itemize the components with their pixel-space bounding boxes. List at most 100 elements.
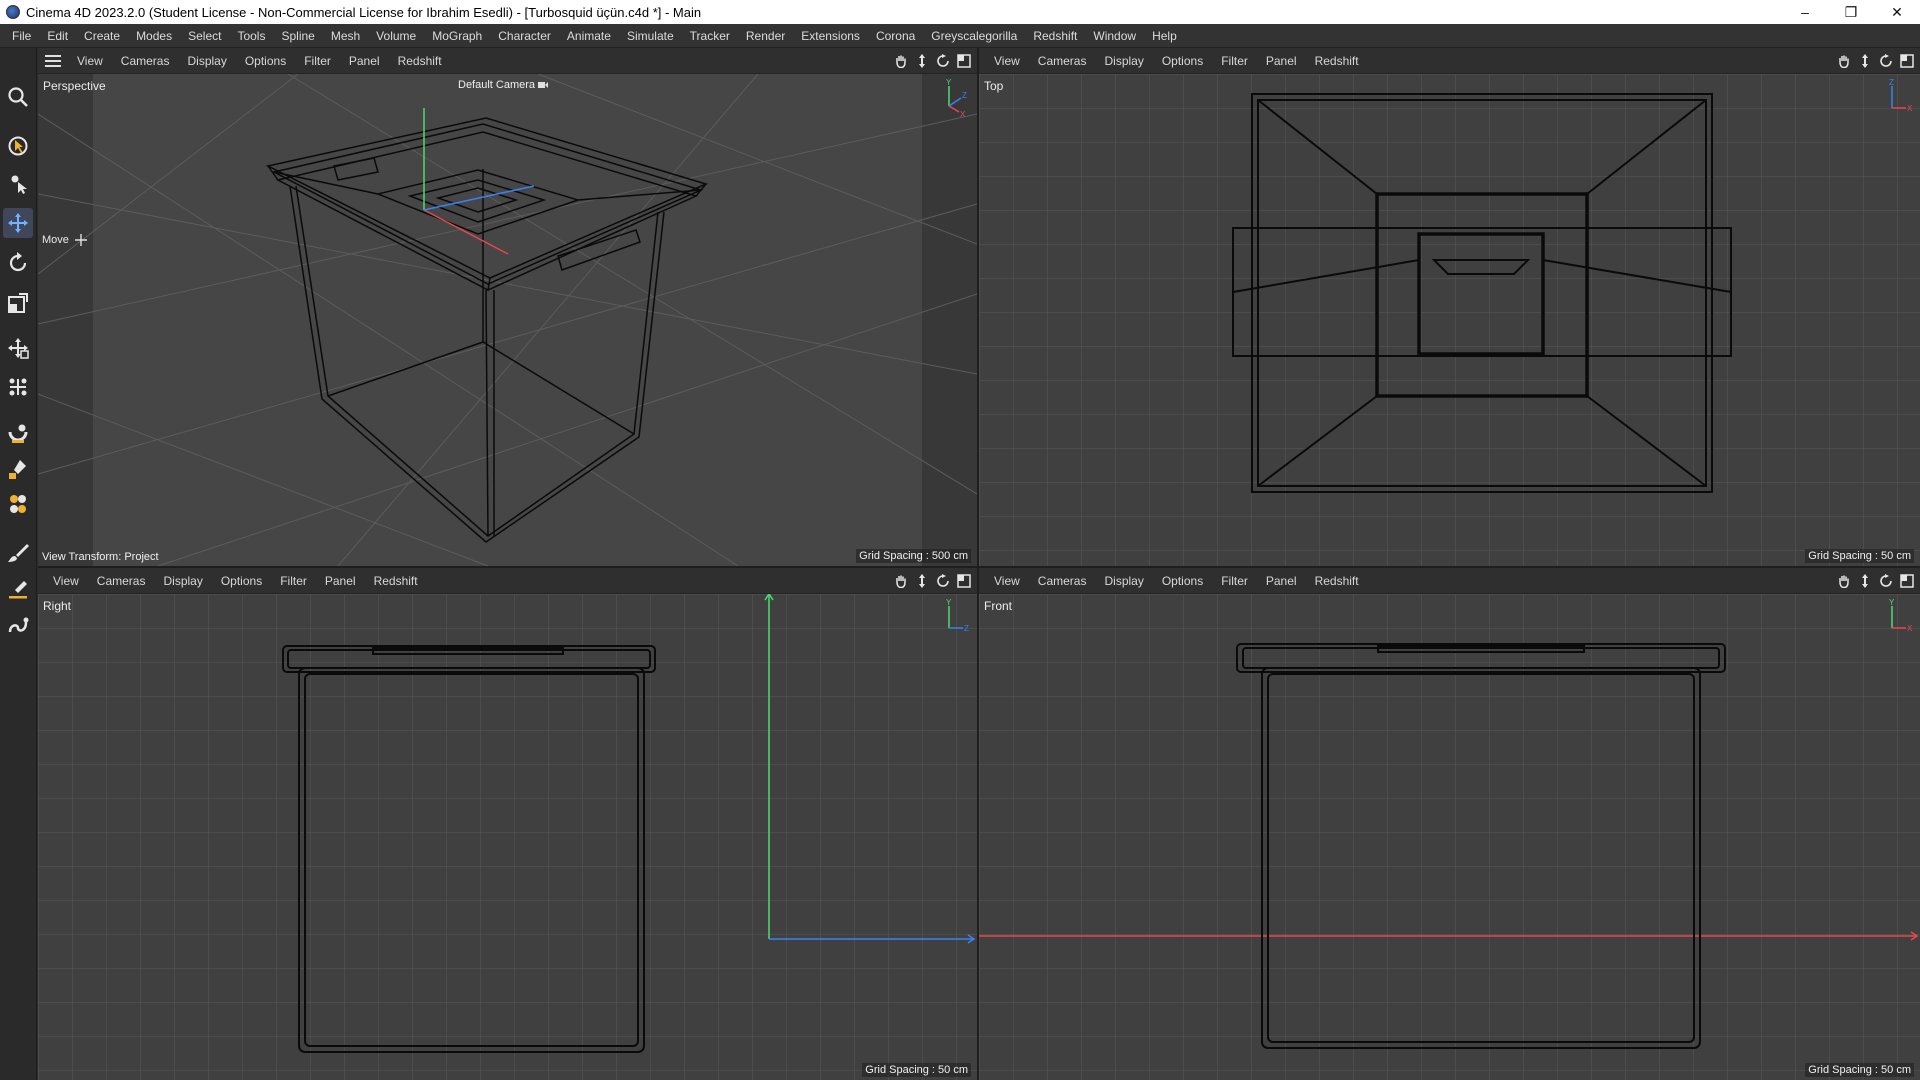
scale-tool[interactable] — [3, 288, 33, 318]
magnet-icon — [8, 424, 28, 443]
viewport-menu-cameras[interactable]: Cameras — [88, 574, 155, 588]
viewport-menu-redshift[interactable]: Redshift — [1306, 54, 1368, 68]
menu-animate[interactable]: Animate — [559, 24, 619, 48]
menu-edit[interactable]: Edit — [39, 24, 76, 48]
orbit-icon[interactable] — [1878, 573, 1893, 588]
live-select-tool[interactable] — [3, 168, 33, 198]
viewport-menu-cameras[interactable]: Cameras — [112, 54, 179, 68]
menu-select[interactable]: Select — [180, 24, 229, 48]
magnet-tool[interactable] — [3, 419, 33, 449]
viewport-menu-view[interactable]: View — [44, 574, 88, 588]
front-canvas[interactable]: Front Y X Grid Spacing : 50 cm — [979, 594, 1920, 1080]
viewport-divider-vertical[interactable] — [977, 48, 979, 1080]
move-camera-icon[interactable] — [914, 573, 929, 588]
right-viewport[interactable]: View Cameras Display Options Filter Panel Reds… — [38, 568, 977, 1080]
mesh-tool[interactable] — [3, 489, 33, 519]
viewport-menu-cameras[interactable]: Cameras — [1029, 574, 1096, 588]
menu-create[interactable]: Create — [76, 24, 128, 48]
menu-spline[interactable]: Spline — [273, 24, 322, 48]
menu-modes[interactable]: Modes — [128, 24, 180, 48]
minimize-button[interactable]: – — [1782, 0, 1828, 24]
viewport-menu-display[interactable]: Display — [178, 54, 235, 68]
close-button[interactable]: ✕ — [1874, 0, 1920, 24]
rotate-tool[interactable] — [3, 248, 33, 278]
viewport-divider-horizontal[interactable] — [38, 566, 1920, 568]
viewport-menu-view[interactable]: View — [985, 574, 1029, 588]
menu-volume[interactable]: Volume — [368, 24, 424, 48]
viewport-menu-display[interactable]: Display — [154, 574, 211, 588]
camera-label[interactable]: Default Camera — [458, 79, 549, 91]
maximize-view-icon[interactable] — [1899, 53, 1914, 68]
orbit-icon[interactable] — [935, 573, 950, 588]
menu-simulate[interactable]: Simulate — [619, 24, 682, 48]
viewport-menu-filter[interactable]: Filter — [1212, 54, 1257, 68]
viewport-menu-display[interactable]: Display — [1095, 574, 1152, 588]
spline-pen-tool[interactable] — [3, 611, 33, 641]
menu-redshift[interactable]: Redshift — [1025, 24, 1085, 48]
menu-character[interactable]: Character — [490, 24, 559, 48]
brush-tool[interactable] — [3, 538, 33, 568]
menu-extensions[interactable]: Extensions — [793, 24, 868, 48]
viewport-nav-icons — [893, 573, 971, 588]
selection-tool[interactable] — [3, 131, 33, 161]
move-camera-icon[interactable] — [1857, 573, 1872, 588]
maximize-view-icon[interactable] — [1899, 573, 1914, 588]
viewport-label-perspective: Perspective — [43, 79, 106, 93]
viewport-menu-redshift[interactable]: Redshift — [365, 574, 427, 588]
viewport-menu-panel[interactable]: Panel — [316, 574, 365, 588]
menu-mograph[interactable]: MoGraph — [424, 24, 490, 48]
pan-hand-icon[interactable] — [893, 53, 908, 68]
viewport-menu-redshift[interactable]: Redshift — [1306, 574, 1368, 588]
move-camera-icon[interactable] — [914, 53, 929, 68]
orbit-icon[interactable] — [1878, 53, 1893, 68]
knife-tool[interactable] — [3, 575, 33, 605]
viewport-menu-panel[interactable]: Panel — [1257, 574, 1306, 588]
maximize-button[interactable]: ❐ — [1828, 0, 1874, 24]
pan-hand-icon[interactable] — [1836, 53, 1851, 68]
move-tool[interactable] — [3, 208, 33, 238]
paint-tool[interactable] — [3, 454, 33, 484]
menu-render[interactable]: Render — [738, 24, 793, 48]
viewport-menu-icon[interactable] — [38, 54, 68, 67]
move-camera-icon[interactable] — [1857, 53, 1872, 68]
scatter-tool[interactable] — [3, 372, 33, 402]
pan-hand-icon[interactable] — [1836, 573, 1851, 588]
perspective-canvas[interactable]: Perspective Default Camera Move Y Z X Vi… — [38, 74, 977, 566]
viewport-menu-options[interactable]: Options — [1153, 574, 1212, 588]
maximize-view-icon[interactable] — [956, 573, 971, 588]
menu-file[interactable]: File — [4, 24, 39, 48]
viewport-menu-filter[interactable]: Filter — [295, 54, 340, 68]
top-canvas[interactable]: Top Z X Grid Spacing : 50 cm — [979, 74, 1920, 566]
menu-help[interactable]: Help — [1144, 24, 1185, 48]
transform-tool[interactable] — [3, 333, 33, 363]
right-canvas[interactable]: Right Y Z Grid Spacing : 50 cm — [38, 594, 977, 1080]
viewport-menu-redshift[interactable]: Redshift — [389, 54, 451, 68]
menu-corona[interactable]: Corona — [868, 24, 923, 48]
zoom-tool[interactable] — [3, 82, 33, 112]
viewport-menu-options[interactable]: Options — [236, 54, 295, 68]
viewport-menu-options[interactable]: Options — [212, 574, 271, 588]
grid-spacing-right: Grid Spacing : 50 cm — [862, 1063, 971, 1077]
menu-tools[interactable]: Tools — [229, 24, 273, 48]
viewport-menu-view[interactable]: View — [985, 54, 1029, 68]
orbit-icon[interactable] — [935, 53, 950, 68]
viewport-menu-options[interactable]: Options — [1153, 54, 1212, 68]
menu-mesh[interactable]: Mesh — [323, 24, 368, 48]
viewport-menu-cameras[interactable]: Cameras — [1029, 54, 1096, 68]
maximize-view-icon[interactable] — [956, 53, 971, 68]
pan-hand-icon[interactable] — [893, 573, 908, 588]
viewport-menu-display[interactable]: Display — [1095, 54, 1152, 68]
viewport-menu-view[interactable]: View — [68, 54, 112, 68]
menu-window[interactable]: Window — [1085, 24, 1144, 48]
perspective-viewport[interactable]: View Cameras Display Options Filter Panel Reds… — [38, 48, 977, 566]
top-viewport[interactable]: View Cameras Display Options Filter Panel Reds… — [979, 48, 1920, 566]
front-viewport[interactable]: View Cameras Display Options Filter Panel Reds… — [979, 568, 1920, 1080]
viewport-menu-panel[interactable]: Panel — [1257, 54, 1306, 68]
viewport-menu-panel[interactable]: Panel — [340, 54, 389, 68]
viewport-menu-filter[interactable]: Filter — [1212, 574, 1257, 588]
viewport-menu-filter[interactable]: Filter — [271, 574, 316, 588]
transform-icon — [8, 338, 29, 359]
menu-tracker[interactable]: Tracker — [682, 24, 738, 48]
menu-greyscalegorilla[interactable]: Greyscalegorilla — [923, 24, 1025, 48]
axis-gizmo: Z X — [1889, 78, 1912, 113]
